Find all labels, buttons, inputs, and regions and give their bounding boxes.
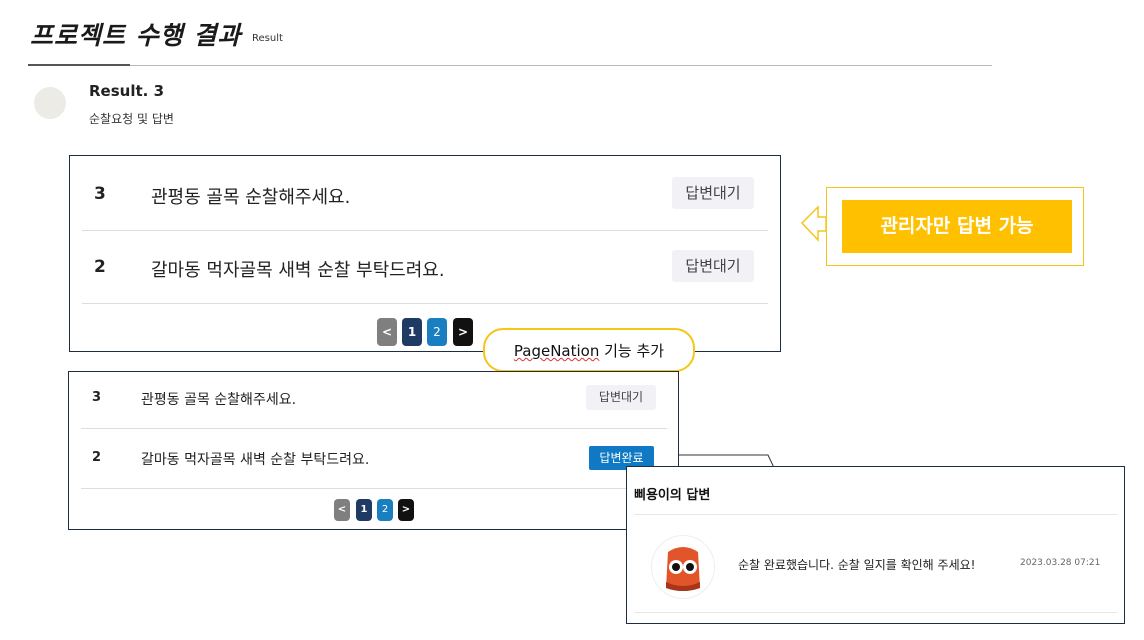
pagination-callout-rest: 기능 추가	[599, 342, 665, 360]
owl-mascot-icon	[666, 547, 700, 591]
pagination-page-1[interactable]: 1	[402, 318, 422, 346]
admin-only-callout: 관리자만 답변 가능	[826, 187, 1084, 266]
table-row[interactable]: 2 갈마동 먹자골목 새벽 순찰 부탁드려요. 답변완료	[81, 430, 667, 489]
request-list-panel-small: 3 관평동 골목 순찰해주세요. 답변대기 2 갈마동 먹자골목 새벽 순찰 부…	[68, 371, 679, 530]
arrow-left-icon	[800, 205, 827, 242]
pagination-page-2[interactable]: 2	[427, 318, 447, 346]
table-row[interactable]: 3 관평동 골목 순찰해주세요. 답변대기	[82, 158, 768, 231]
pagination-prev-button[interactable]: <	[377, 318, 397, 346]
status-badge: 답변대기	[586, 385, 656, 410]
reply-divider	[634, 514, 1117, 515]
reply-panel: 삐용이의 답변 순찰 완료했습니다. 순찰 일지를 확인해 주세요! 2023.…	[626, 466, 1125, 624]
admin-only-label: 관리자만 답변 가능	[842, 200, 1072, 253]
status-badge: 답변대기	[672, 250, 754, 282]
pagination-callout: PageNation 기능 추가	[483, 328, 695, 372]
reply-heading: 삐용이의 답변	[634, 488, 711, 503]
row-number: 3	[94, 184, 106, 204]
reply-timestamp: 2023.03.28 07:21	[1020, 558, 1101, 568]
row-title[interactable]: 관평동 골목 순찰해주세요.	[141, 389, 296, 409]
pagination-page-1[interactable]: 1	[356, 499, 372, 521]
pagination-next-button[interactable]: >	[453, 318, 473, 346]
pagination-page-2[interactable]: 2	[377, 499, 393, 521]
reply-divider	[634, 612, 1117, 613]
status-badge: 답변대기	[672, 177, 754, 209]
request-list-panel-large: 3 관평동 골목 순찰해주세요. 답변대기 2 갈마동 먹자골목 새벽 순찰 부…	[69, 155, 781, 352]
pagination-callout-word: PageNation	[513, 342, 600, 360]
pagination-prev-button[interactable]: <	[334, 499, 350, 521]
row-title[interactable]: 관평동 골목 순찰해주세요.	[151, 183, 350, 209]
reply-message: 순찰 완료했습니다. 순찰 일지를 확인해 주세요!	[738, 558, 976, 572]
row-number: 2	[94, 257, 106, 277]
row-number: 2	[92, 450, 102, 465]
row-title[interactable]: 갈마동 먹자골목 새벽 순찰 부탁드려요.	[141, 449, 369, 469]
pagination-next-button[interactable]: >	[398, 499, 414, 521]
table-row[interactable]: 3 관평동 골목 순찰해주세요. 답변대기	[81, 370, 667, 429]
avatar	[651, 535, 715, 599]
row-number: 3	[92, 390, 102, 405]
table-row[interactable]: 2 갈마동 먹자골목 새벽 순찰 부탁드려요. 답변대기	[82, 231, 768, 304]
row-title[interactable]: 갈마동 먹자골목 새벽 순찰 부탁드려요.	[151, 256, 445, 282]
